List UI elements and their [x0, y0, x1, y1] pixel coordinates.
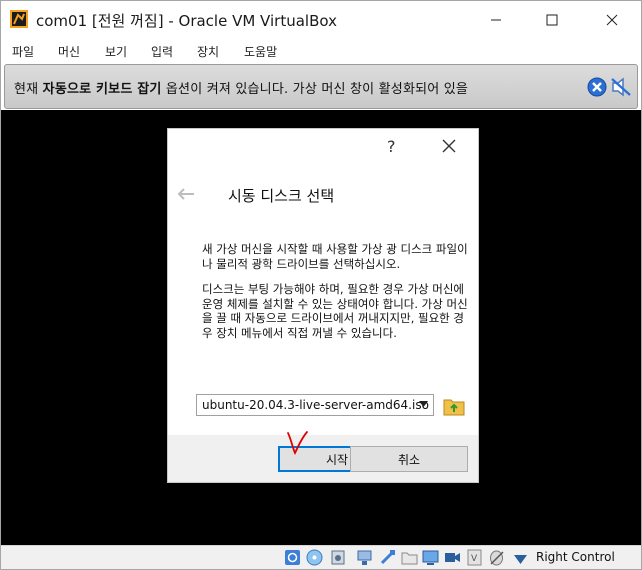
host-key-label: Right Control — [536, 550, 615, 564]
display-icon[interactable] — [422, 549, 439, 566]
notification-text: 현재 자동으로 키보드 잡기 옵션이 켜져 있습니다. 가상 머신 창이 활성화… — [14, 82, 469, 97]
network-icon[interactable] — [356, 549, 373, 566]
cancel-button[interactable]: 취소 — [350, 446, 468, 472]
dismiss-notification-icon[interactable] — [587, 77, 607, 97]
help-button[interactable]: ? — [387, 137, 396, 156]
dialog-description-2: 디스크는 부팅 가능해야 하며, 필요한 경우 가상 머신에 운영 체제를 설치… — [202, 282, 468, 341]
disk-select[interactable]: ubuntu-20.04.3-live-server-amd64.iso — [196, 394, 434, 416]
hard-disk-icon[interactable] — [284, 549, 301, 566]
disk-select-value: ubuntu-20.04.3-live-server-amd64.iso — [202, 398, 429, 412]
status-bar: V Right Control — [1, 545, 641, 569]
video-capture-icon[interactable] — [444, 549, 461, 566]
menu-devices[interactable]: 장치 — [197, 43, 219, 60]
choose-disk-folder-icon[interactable] — [443, 395, 465, 417]
virtualization-icon[interactable]: V — [466, 549, 483, 566]
menu-machine[interactable]: 머신 — [58, 43, 80, 60]
menu-bar: 파일 머신 보기 입력 장치 도움말 — [1, 38, 641, 63]
shared-folders-icon[interactable] — [401, 549, 418, 566]
close-icon — [606, 14, 618, 25]
minimize-icon — [491, 19, 501, 20]
svg-text:V: V — [471, 554, 478, 564]
virtualbox-window: com01 [전원 꺼짐] - Oracle VM VirtualBox 파일 … — [0, 0, 642, 570]
window-title: com01 [전원 꺼짐] - Oracle VM VirtualBox — [36, 12, 337, 30]
back-arrow-icon[interactable] — [177, 187, 195, 201]
notification-banner: 현재 자동으로 키보드 잡기 옵션이 켜져 있습니다. 가상 머신 창이 활성화… — [4, 64, 638, 109]
menu-view[interactable]: 보기 — [105, 43, 127, 60]
menu-input[interactable]: 입력 — [151, 43, 173, 60]
dialog-title: 시동 디스크 선택 — [228, 187, 335, 205]
startup-disk-dialog: ? 시동 디스크 선택 새 가상 머신을 시작할 때 사용할 가상 광 디스크 … — [167, 128, 479, 483]
menu-help[interactable]: 도움말 — [244, 43, 277, 60]
maximize-button[interactable] — [529, 1, 575, 38]
close-window-button[interactable] — [589, 1, 635, 38]
title-bar: com01 [전원 꺼짐] - Oracle VM VirtualBox — [1, 1, 641, 38]
chevron-down-icon — [419, 401, 428, 407]
virtualbox-app-icon — [10, 10, 28, 28]
usb-icon[interactable] — [379, 549, 396, 566]
close-dialog-icon[interactable] — [440, 137, 458, 155]
audio-icon[interactable] — [331, 549, 348, 566]
keyboard-icon[interactable] — [512, 549, 529, 566]
dialog-footer: 시작 취소 — [168, 435, 478, 482]
dialog-description-1: 새 가상 머신을 시작할 때 사용할 가상 광 디스크 파일이나 물리적 광학 … — [202, 242, 468, 271]
maximize-icon — [546, 14, 558, 25]
mute-notifications-icon[interactable] — [610, 77, 632, 97]
mouse-integration-icon[interactable] — [488, 549, 505, 566]
menu-file[interactable]: 파일 — [12, 43, 34, 60]
minimize-button[interactable] — [473, 1, 519, 38]
red-checkmark-annotation — [287, 431, 308, 456]
optical-drive-icon[interactable] — [306, 549, 323, 566]
